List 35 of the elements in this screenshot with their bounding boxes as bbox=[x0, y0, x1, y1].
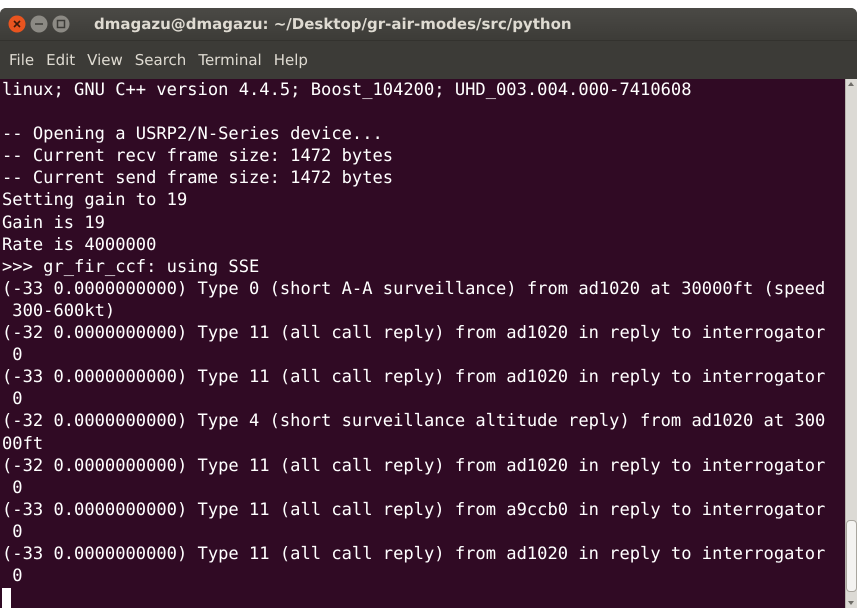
menu-item[interactable]: Terminal bbox=[193, 49, 267, 71]
output-line: (-33 0.0000000000) Type 11 (all call reply) from a9ccb0 in reply to interrogator bbox=[2, 498, 826, 521]
output-line: -- Opening a USRP2/N-Series device... bbox=[2, 123, 383, 146]
output-line: 0 bbox=[11, 344, 23, 366]
scrollbar-thumb[interactable] bbox=[846, 520, 857, 592]
output-line: Setting gain to 19 bbox=[2, 189, 188, 212]
menu-item[interactable]: Search bbox=[130, 49, 192, 71]
text-cursor bbox=[2, 588, 11, 608]
close-icon[interactable] bbox=[8, 15, 26, 33]
menu-item[interactable]: File bbox=[4, 49, 40, 71]
output-line: 0 bbox=[11, 476, 23, 499]
maximize-icon[interactable] bbox=[52, 15, 70, 33]
scrollbar[interactable] bbox=[845, 79, 857, 608]
output-line: 300-600kt) bbox=[11, 300, 116, 322]
output-line: (-33 0.0000000000) Type 0 (short A-A surveillance) from ad1020 at 30000ft (speed bbox=[2, 278, 826, 300]
menu-item[interactable]: Edit bbox=[41, 49, 80, 71]
output-line: -- Current recv frame size: 1472 bytes bbox=[2, 145, 394, 168]
output-line: -- Current send frame size: 1472 bytes bbox=[2, 167, 394, 190]
output-line: Rate is 4000000 bbox=[2, 234, 156, 256]
output-line: 0 bbox=[11, 520, 23, 543]
output-line: >>> gr_fir_ccf: using SSE bbox=[2, 256, 260, 278]
minimize-icon[interactable] bbox=[30, 15, 48, 33]
output-line: (-33 0.0000000000) Type 11 (all call reply) from ad1020 in reply to interrogator bbox=[2, 366, 826, 388]
output-line: (-32 0.0000000000) Type 11 (all call reply) from ad1020 in reply to interrogator bbox=[2, 322, 826, 344]
output-line: 0 bbox=[11, 565, 23, 588]
output-line: (-32 0.0000000000) Type 11 (all call reply) from ad1020 in reply to interrogator bbox=[2, 454, 826, 477]
output-line: linux; GNU C++ version 4.4.5; Boost_104200; UHD_003.004.000-7410608 bbox=[2, 79, 692, 102]
window-title: dmagazu@dmagazu: ~/Desktop/gr-air-modes/src/python bbox=[94, 15, 572, 33]
menu-item[interactable]: Help bbox=[268, 49, 313, 71]
menu-item[interactable]: View bbox=[82, 49, 128, 71]
output-line: 00ft bbox=[2, 432, 44, 455]
output-line: (-33 0.0000000000) Type 11 (all call reply) from ad1020 in reply to interrogator bbox=[2, 542, 826, 566]
output-line: (-32 0.0000000000) Type 4 (short surveillance altitude reply) from ad1020 at 300 bbox=[2, 410, 826, 432]
output-line: Gain is 19 bbox=[2, 212, 105, 234]
output-line: 0 bbox=[11, 388, 23, 410]
